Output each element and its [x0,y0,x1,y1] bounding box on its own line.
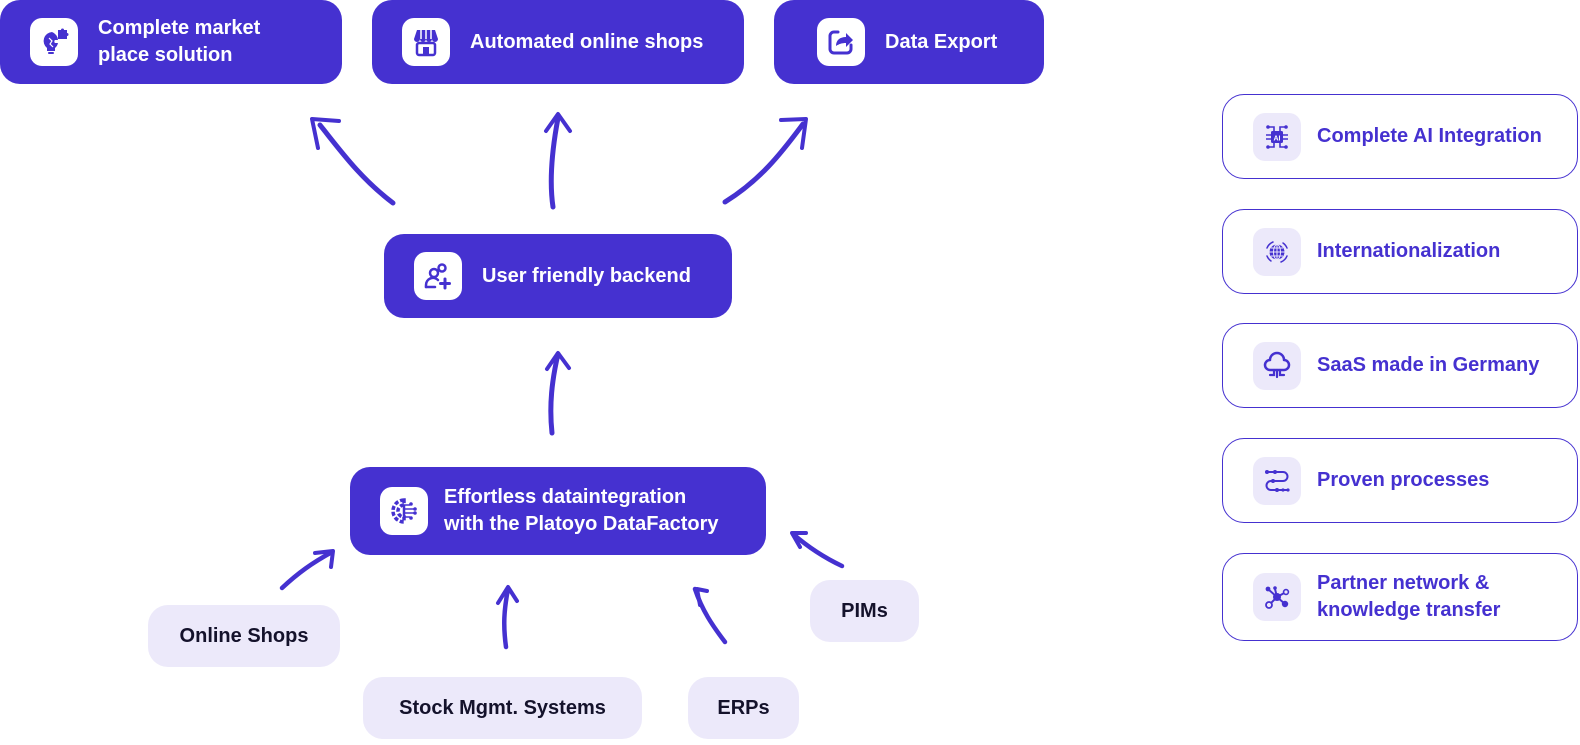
source-stock-mgmt[interactable]: Stock Mgmt. Systems [363,677,642,739]
add-user-icon [414,252,462,300]
arrow-backend-to-marketplace [310,117,396,206]
feature-label: SaaS made in Germany [1317,354,1540,376]
feature-proven-processes[interactable]: Proven processes [1222,438,1578,523]
arrow-datafactory-to-backend [545,351,571,436]
backend-node[interactable]: User friendly backend [384,234,732,318]
feature-label: Partner network & knowledge transfer [1317,572,1501,621]
output-node-online-shops[interactable]: Automated online shops [372,0,744,84]
arrow-stock-to-datafactory [496,585,519,650]
datafactory-node-label: Effortless dataintegration with the Plat… [444,486,719,535]
lightbulb-puzzle-icon [30,18,78,66]
source-label: PIMs [841,599,888,622]
source-label: Stock Mgmt. Systems [399,696,606,719]
source-online-shops[interactable]: Online Shops [148,605,340,667]
output-node-label: Automated online shops [470,30,704,53]
source-label: ERPs [717,696,770,719]
source-erps[interactable]: ERPs [688,677,799,739]
feature-ai-integration[interactable]: AI Complete AI Integration [1222,94,1578,179]
arrow-pims-to-datafactory [790,531,845,569]
datafactory-node[interactable]: Effortless dataintegration with the Plat… [350,467,766,555]
arrow-erps-to-datafactory [692,586,728,645]
feature-label: Proven processes [1317,469,1490,491]
network-nodes-icon [1253,573,1301,621]
source-pims[interactable]: PIMs [810,580,919,642]
gear-network-icon [380,487,428,535]
backend-node-label: User friendly backend [482,264,691,287]
storefront-icon [402,18,450,66]
ai-chip-icon: AI [1253,112,1301,161]
globe-icon [1253,227,1301,276]
svg-text:AI: AI [1274,135,1281,142]
process-flow-icon [1253,456,1301,505]
arrow-backend-to-shops [544,112,572,210]
feature-saas-germany[interactable]: SaaS made in Germany [1222,323,1578,408]
output-node-label: Data Export [885,30,998,53]
arrow-backend-to-export [722,117,808,205]
arrow-onlineshops-to-datafactory [279,549,335,591]
share-export-icon [817,18,865,66]
source-label: Online Shops [179,624,309,647]
feature-internationalization[interactable]: Internationalization [1222,209,1578,294]
feature-partner-network[interactable]: Partner network & knowledge transfer [1222,553,1578,641]
output-node-marketplace[interactable]: Complete market place solution [0,0,342,84]
output-node-label: Complete market place solution [98,17,261,66]
feature-label: Internationalization [1317,240,1501,262]
cloud-server-icon [1253,341,1301,390]
feature-label: Complete AI Integration [1317,125,1542,147]
output-node-data-export[interactable]: Data Export [774,0,1044,84]
